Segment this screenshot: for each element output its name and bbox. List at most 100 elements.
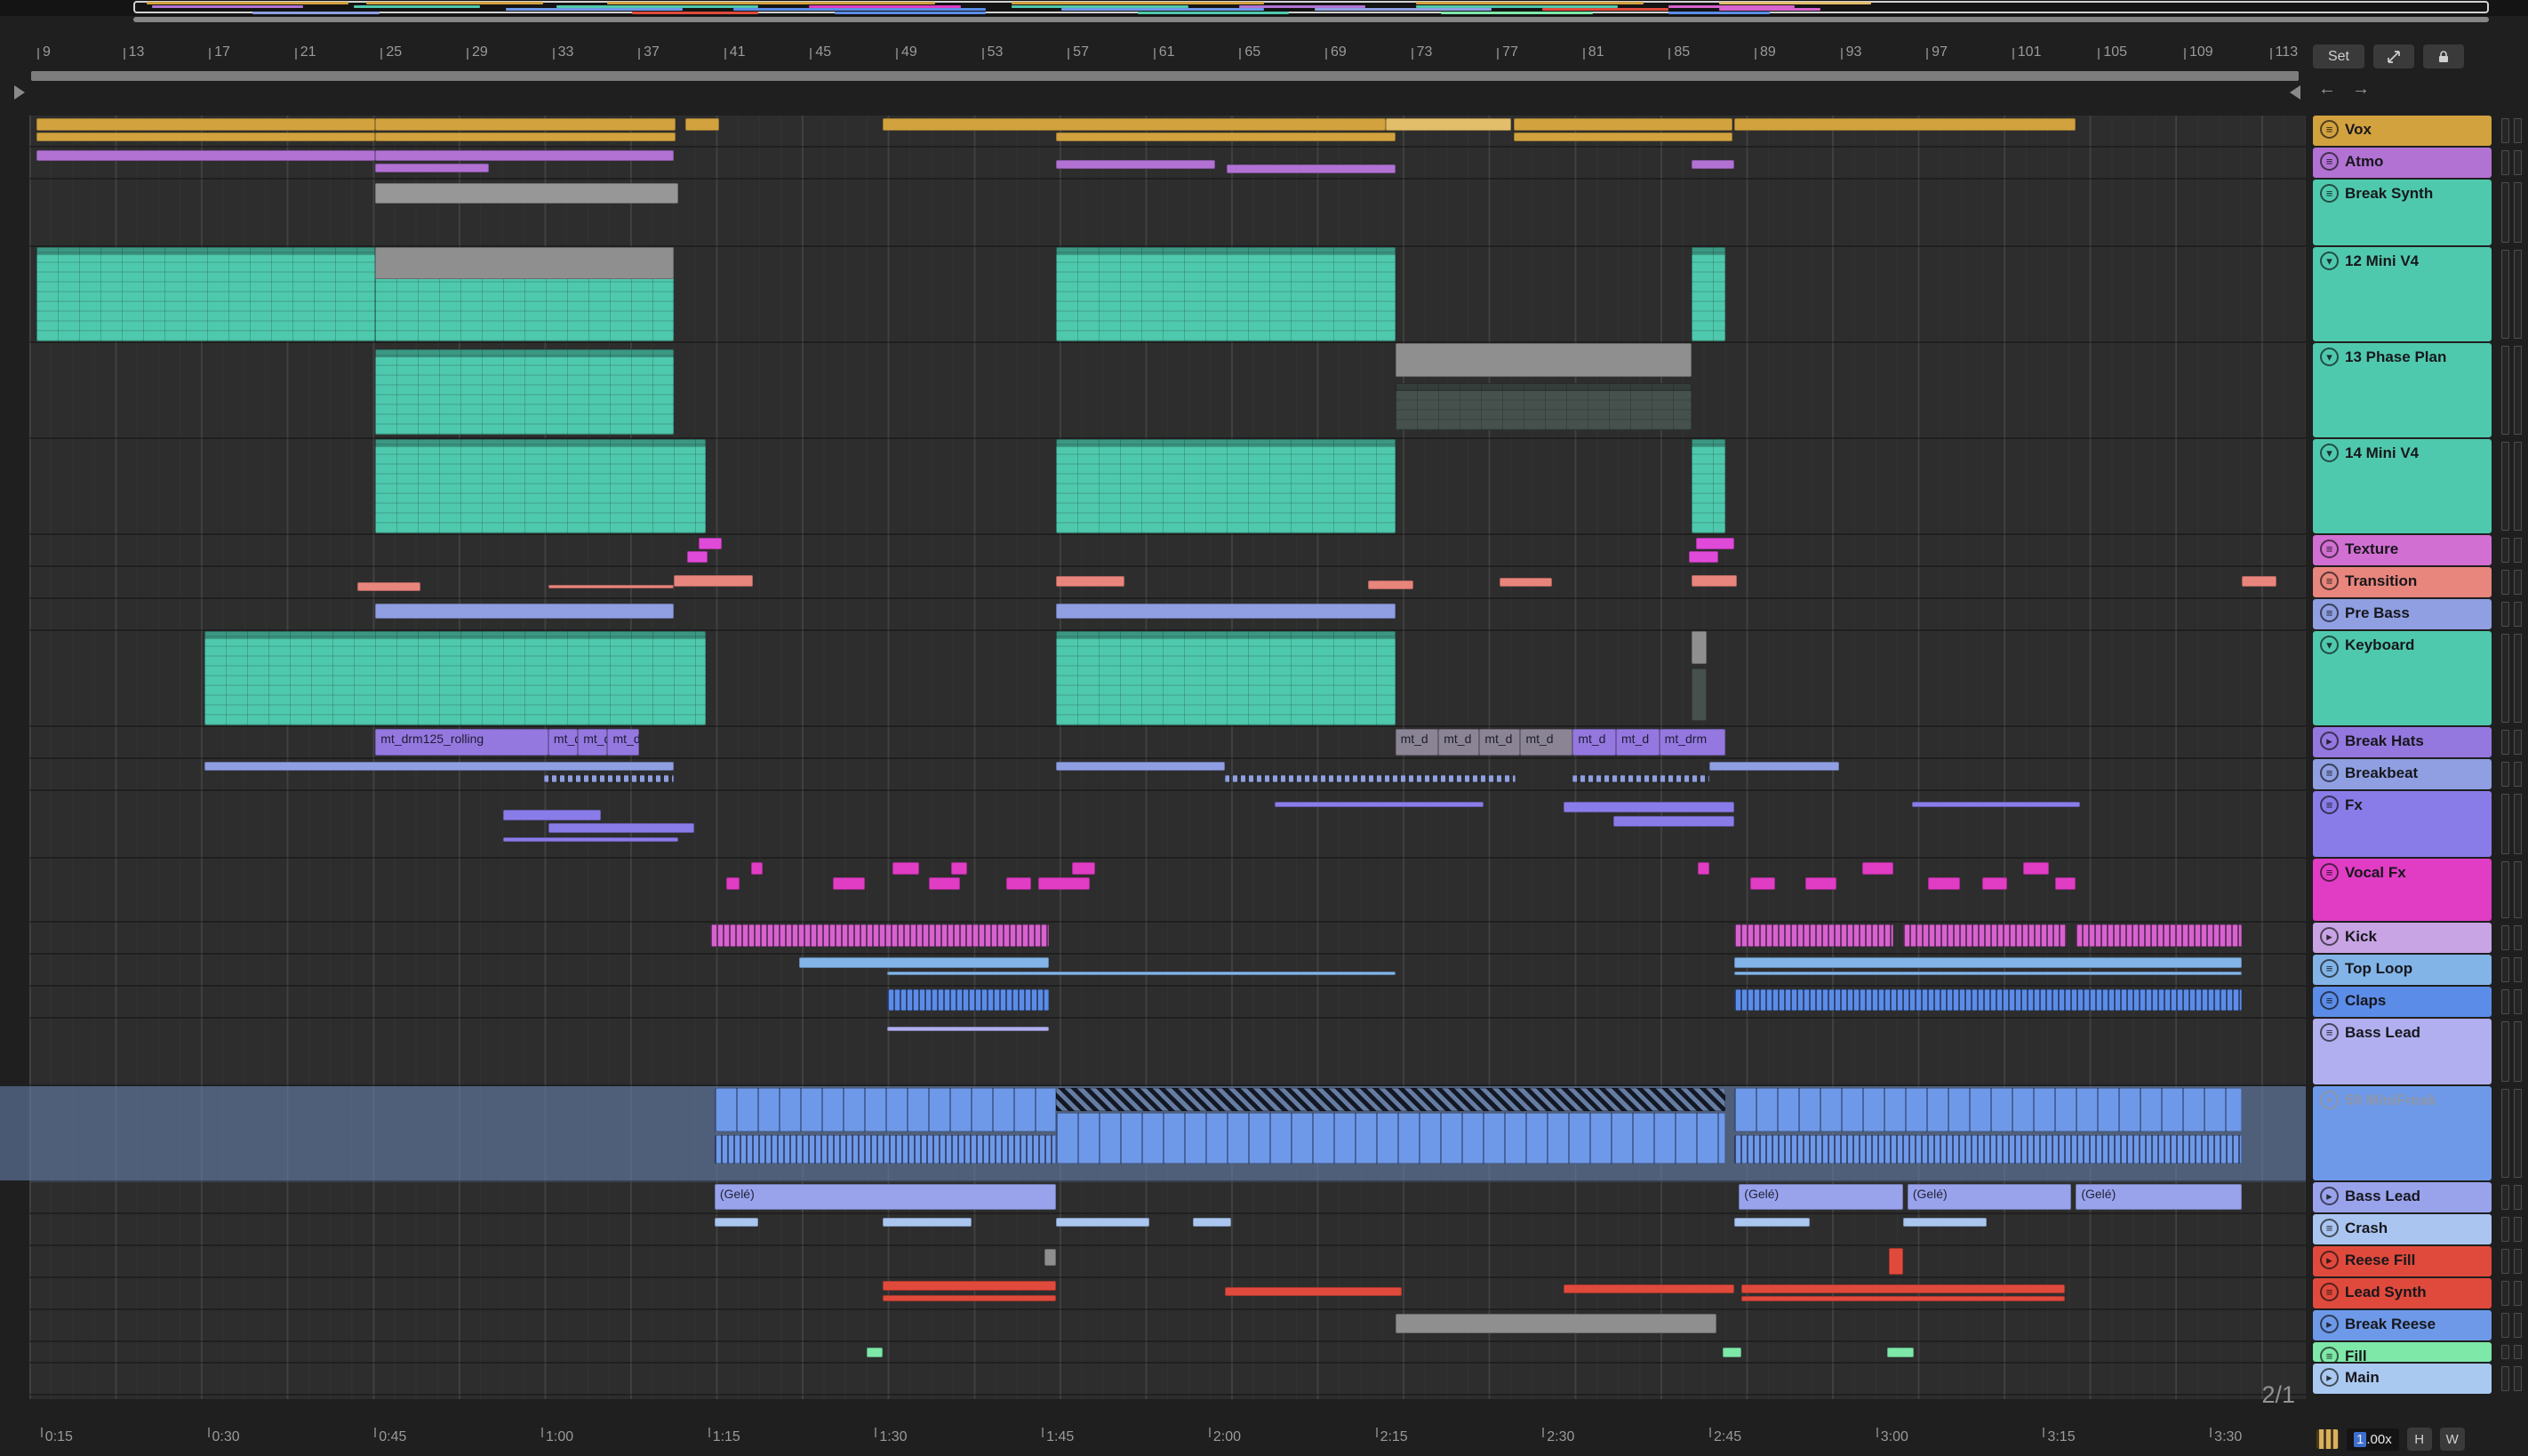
track-header-vox[interactable]: ≡ Vox: [2313, 116, 2492, 146]
clip[interactable]: [1886, 1347, 1915, 1357]
clip[interactable]: [883, 117, 1387, 131]
fold-closed-icon[interactable]: ▸: [2320, 927, 2339, 946]
track-row-12-mini-v4[interactable]: [29, 247, 2306, 343]
clip[interactable]: [1395, 343, 1692, 378]
clip[interactable]: [709, 924, 1050, 947]
clip[interactable]: [887, 988, 1050, 1012]
clip[interactable]: [1395, 1314, 1716, 1334]
clip[interactable]: [673, 574, 754, 588]
track-header-bass-lead[interactable]: ▸ Bass Lead: [2313, 1182, 2492, 1212]
clip[interactable]: [1056, 604, 1396, 620]
track-header-fx[interactable]: ≡ Fx: [2313, 791, 2492, 857]
clip[interactable]: [887, 971, 1396, 975]
clip[interactable]: [375, 247, 674, 280]
lock-button[interactable]: [2423, 44, 2464, 68]
clip[interactable]: [548, 822, 694, 834]
clip[interactable]: [883, 1281, 1056, 1291]
track-row-claps[interactable]: [29, 987, 2306, 1019]
clip[interactable]: [2242, 576, 2276, 588]
track-row-main[interactable]: [29, 1364, 2306, 1396]
clip[interactable]: [1927, 877, 1960, 890]
clip[interactable]: [2023, 862, 2049, 876]
track-header-main[interactable]: ▸ Main: [2313, 1364, 2492, 1394]
track-row-break-reese[interactable]: [29, 1310, 2306, 1342]
clip[interactable]: [375, 150, 674, 162]
clip[interactable]: [867, 1347, 884, 1357]
clip[interactable]: [883, 1294, 1056, 1302]
track-header-bass-lead[interactable]: ≡ Bass Lead: [2313, 1019, 2492, 1084]
clip[interactable]: mt_drm125_rolling: [375, 728, 548, 756]
track-row-bass-lead[interactable]: (Gelé) (Gelé) (Gelé) (Gelé): [29, 1182, 2306, 1214]
clip[interactable]: [1734, 971, 2243, 975]
clip[interactable]: [951, 862, 968, 876]
clip[interactable]: [1224, 1287, 1403, 1296]
track-menu-icon[interactable]: ≡: [2320, 120, 2339, 139]
clip[interactable]: [1709, 761, 1839, 771]
horizontal-zoom-scroll-strip[interactable]: [133, 17, 2489, 22]
track-row-14-mini-v4[interactable]: [29, 439, 2306, 535]
track-menu-icon[interactable]: ≡: [2320, 152, 2339, 171]
track-menu-icon[interactable]: ≡: [2320, 1219, 2339, 1237]
clip[interactable]: [1395, 382, 1692, 430]
clip[interactable]: [698, 537, 722, 550]
clip[interactable]: [1698, 862, 1709, 876]
track-row-bass-lead[interactable]: [29, 1019, 2306, 1086]
clip[interactable]: [1723, 1347, 1741, 1357]
zoom-height-button[interactable]: H: [2406, 1428, 2432, 1451]
track-menu-icon[interactable]: ≡: [2320, 1283, 2339, 1301]
clip[interactable]: [1564, 801, 1735, 812]
forward-arrow-button[interactable]: →: [2352, 79, 2370, 100]
set-button[interactable]: Set: [2313, 44, 2364, 68]
clip[interactable]: [1861, 862, 1894, 876]
clip[interactable]: [36, 117, 376, 131]
clip[interactable]: [1564, 1284, 1735, 1293]
clip[interactable]: [1695, 537, 1735, 550]
clip[interactable]: [1691, 160, 1735, 170]
track-header-reese-fill[interactable]: ▸ Reese Fill: [2313, 1246, 2492, 1276]
back-arrow-button[interactable]: ←: [2318, 79, 2336, 100]
zoom-level-field[interactable]: 1.00x: [2347, 1428, 2399, 1451]
track-row-vocal-fx[interactable]: [29, 859, 2306, 923]
track-header-transition[interactable]: ≡ Transition: [2313, 567, 2492, 597]
clip[interactable]: [714, 1088, 1056, 1132]
clip[interactable]: [543, 774, 674, 783]
track-row-reese-fill[interactable]: [29, 1246, 2306, 1278]
clip[interactable]: [1274, 801, 1484, 807]
clip[interactable]: [1889, 1247, 1903, 1276]
clip[interactable]: [1804, 877, 1837, 890]
fold-open-icon[interactable]: ▾: [2320, 252, 2339, 270]
clip[interactable]: [1911, 801, 2081, 807]
clip[interactable]: [1056, 1112, 1725, 1164]
fold-open-icon[interactable]: ▾: [2320, 348, 2339, 366]
track-header-vocal-fx[interactable]: ≡ Vocal Fx: [2313, 859, 2492, 921]
clip[interactable]: [36, 247, 376, 341]
clip[interactable]: [204, 631, 706, 725]
clip[interactable]: [375, 163, 490, 172]
track-menu-icon[interactable]: ≡: [2320, 796, 2339, 814]
clip[interactable]: [548, 584, 674, 588]
clip[interactable]: [1056, 132, 1396, 142]
track-row-crash[interactable]: [29, 1214, 2306, 1246]
clip[interactable]: mt_drm: [1659, 728, 1725, 756]
clip[interactable]: mt_d: [1520, 728, 1573, 756]
track-row-pre-bass[interactable]: [29, 599, 2306, 631]
clip[interactable]: [1902, 1218, 1988, 1228]
track-row-lead-synth[interactable]: [29, 1278, 2306, 1310]
clip[interactable]: [36, 150, 376, 162]
loop-region-bar[interactable]: [31, 71, 2299, 81]
clip[interactable]: [1005, 877, 1031, 890]
clip[interactable]: [1071, 862, 1095, 876]
clip[interactable]: [883, 1218, 972, 1228]
track-row-texture[interactable]: [29, 535, 2306, 567]
clip[interactable]: [1734, 1135, 2243, 1164]
clip[interactable]: [1740, 1284, 2065, 1293]
clip[interactable]: [1572, 774, 1709, 783]
track-header-break-reese[interactable]: ▸ Break Reese: [2313, 1310, 2492, 1340]
track-header-break-hats[interactable]: ▸ Break Hats: [2313, 727, 2492, 757]
clip[interactable]: [887, 1026, 1050, 1032]
clip[interactable]: [1734, 924, 1894, 947]
clip[interactable]: [1056, 160, 1216, 170]
track-row-59-minifreak[interactable]: [0, 1086, 2306, 1182]
track-header-12-mini-v4[interactable]: ▾ 12 Mini V4: [2313, 247, 2492, 341]
clip[interactable]: [1734, 1088, 2243, 1132]
